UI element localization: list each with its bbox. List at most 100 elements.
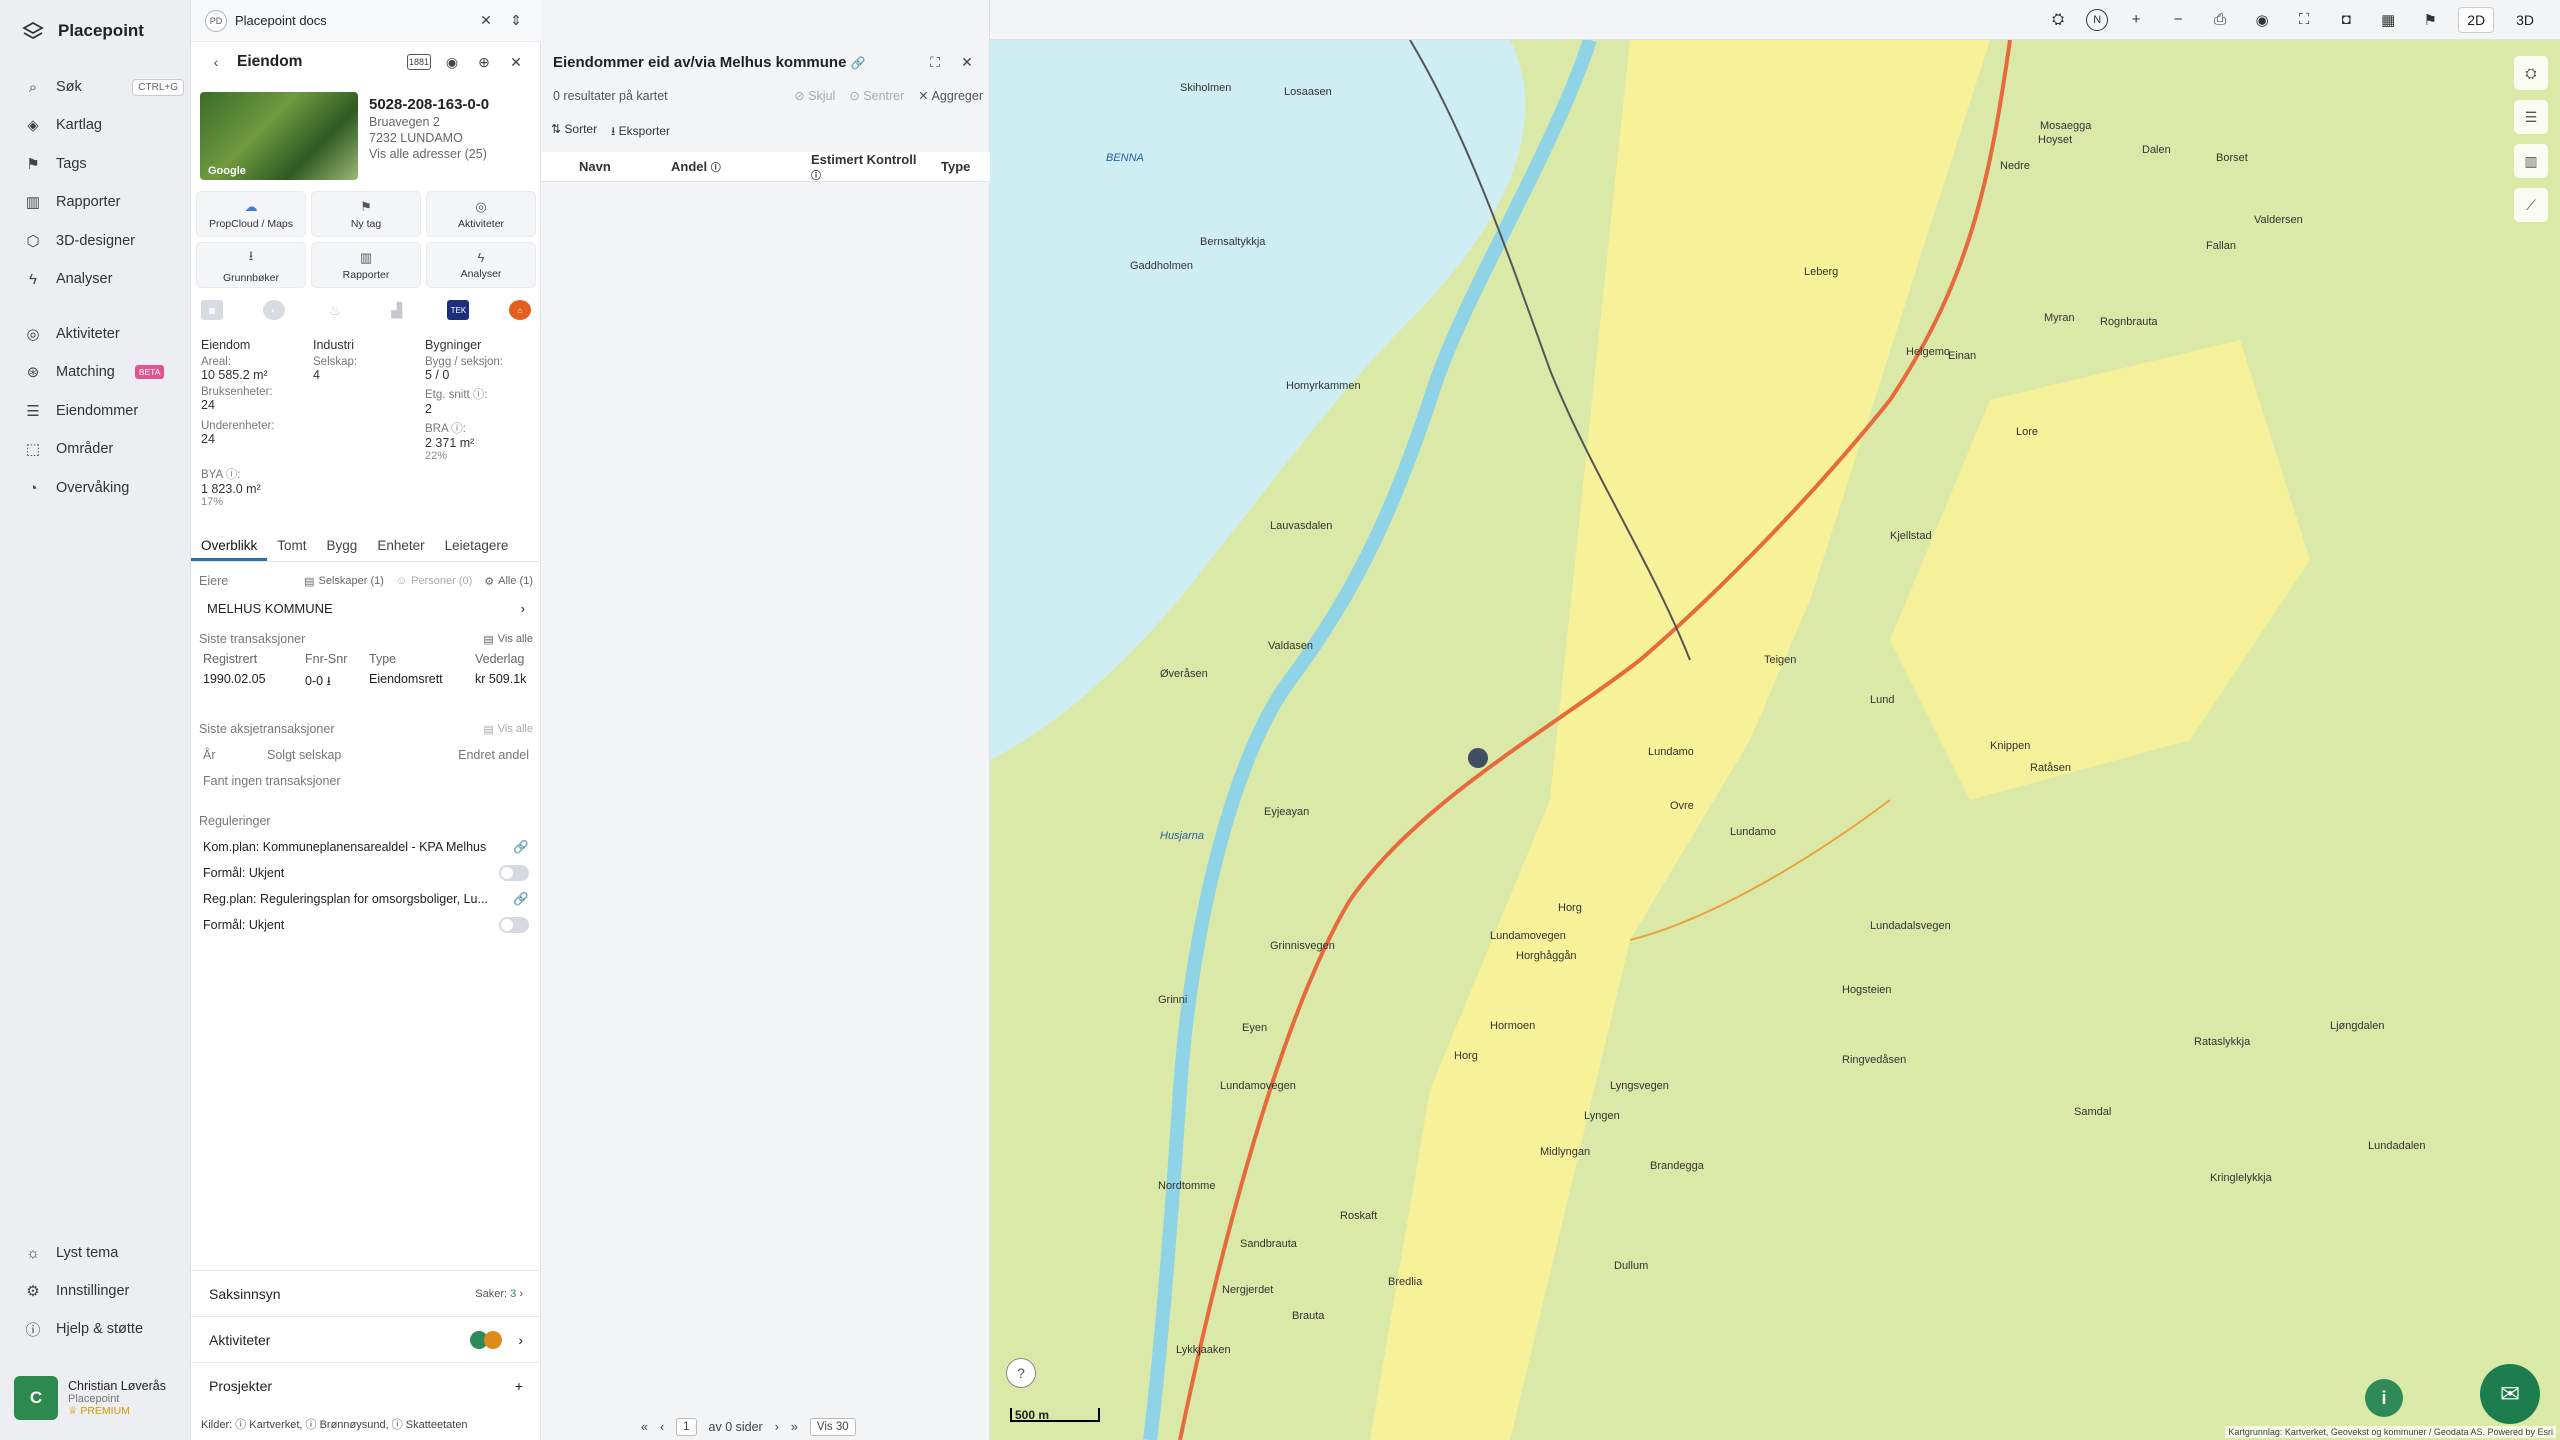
measure-icon[interactable]: ⟋ — [2514, 188, 2548, 222]
layers-icon[interactable]: ⛭ — [2044, 6, 2072, 34]
show-all-link[interactable]: ▤ Vis alle — [483, 723, 533, 736]
chat-icon[interactable]: ✉ — [2480, 1364, 2540, 1424]
doc-tab-title[interactable]: Placepoint docs — [235, 13, 467, 28]
view-2d-button[interactable]: 2D — [2458, 6, 2495, 33]
nav-item-3d-designer[interactable]: ⬡ 3D-designer — [24, 222, 184, 260]
propcloud-button[interactable]: ☁ PropCloud / Maps — [196, 191, 306, 237]
source-icon-4[interactable]: ▟ — [386, 300, 408, 320]
map-graphic[interactable] — [990, 40, 2560, 1440]
hide-button[interactable]: ⊘ Skjul — [794, 88, 835, 103]
regulation-toggle[interactable] — [499, 865, 529, 881]
zoom-in-icon[interactable]: + — [2122, 6, 2150, 34]
map-label: Borset — [2216, 152, 2248, 164]
nav-item-help[interactable]: ⓘ Hjelp & støtte — [24, 1310, 184, 1348]
help-icon[interactable]: ? — [1006, 1358, 1036, 1388]
export-button[interactable]: ⭳ Eksporter — [611, 122, 670, 143]
tek-icon[interactable]: TEK — [447, 300, 470, 320]
filter-persons[interactable]: ☺ Personer (0) — [396, 575, 472, 588]
property-marker[interactable] — [1468, 748, 1488, 768]
activities-button[interactable]: ◎ Aktiviteter — [426, 191, 536, 237]
nav-item-reports[interactable]: ▥ Rapporter — [24, 183, 184, 221]
column-header[interactable]: Andel ⓘ — [661, 159, 787, 174]
analyses-button[interactable]: ϟ Analyser — [426, 242, 536, 288]
column-header[interactable]: Estimert Kontroll ⓘ — [787, 152, 927, 182]
nav-item-layers[interactable]: ◈ Kartlag — [24, 106, 184, 144]
source-icon-3[interactable]: ♨ — [324, 300, 346, 320]
source-icon-2[interactable]: ◐ — [262, 300, 285, 320]
land-registry-button[interactable]: ⭳ Grunnbøker — [196, 242, 306, 288]
badge-icon[interactable]: 1881 — [407, 54, 431, 70]
close-icon[interactable]: ✕ — [956, 51, 978, 73]
close-icon[interactable]: ✕ — [505, 51, 527, 73]
aggregate-button[interactable]: ✕ Aggreger — [918, 88, 983, 103]
nav-item-analyses[interactable]: ϟ Analyser — [24, 260, 184, 298]
source-icon-1[interactable]: ▦ — [201, 300, 223, 320]
owner-row[interactable]: MELHUS KOMMUNE › — [199, 594, 533, 622]
page-input[interactable]: 1 — [676, 1418, 697, 1436]
column-header[interactable]: Navn — [541, 159, 661, 174]
nav-item-light-theme[interactable]: ☼ Lyst tema — [24, 1234, 184, 1272]
link-icon[interactable]: 🔗 — [513, 892, 529, 907]
source-icon-6[interactable]: ⌂ — [508, 300, 531, 320]
prev-page-icon[interactable]: ‹ — [660, 1420, 664, 1434]
nav-item-tags[interactable]: ⚑ Tags — [24, 145, 184, 183]
link-icon[interactable]: 🔗 — [513, 840, 529, 855]
camera-icon[interactable]: ◘ — [2332, 6, 2360, 34]
grid-icon[interactable]: ▦ — [2374, 6, 2402, 34]
tab-buildings[interactable]: Bygg — [317, 532, 368, 561]
reports-button[interactable]: ▥ Rapporter — [311, 242, 421, 288]
property-photo[interactable]: Google — [200, 92, 358, 180]
tab-overview[interactable]: Overblikk — [191, 532, 268, 561]
tab-plot[interactable]: Tomt — [267, 532, 316, 561]
compass-icon[interactable]: N — [2086, 8, 2109, 31]
plus-icon[interactable]: + — [515, 1378, 523, 1394]
chart-icon[interactable]: ▥ — [2514, 144, 2548, 178]
view-3d-button[interactable]: 3D — [2508, 8, 2542, 32]
center-button[interactable]: ⊙ Sentrer — [849, 88, 904, 103]
expand-icon[interactable]: ⛶ — [924, 51, 946, 73]
filter-companies[interactable]: ▤ Selskaper (1) — [304, 575, 384, 588]
nav-item-properties[interactable]: ☰ Eiendommer — [24, 392, 184, 430]
property-info[interactable]: 5028-208-163-0-0 Bruavegen 2 7232 LUNDAM… — [369, 96, 539, 161]
add-icon[interactable]: ⊕ — [473, 51, 495, 73]
nav-item-settings[interactable]: ⚙ Innstillinger — [24, 1272, 184, 1310]
next-page-icon[interactable]: › — [775, 1420, 779, 1434]
eye-icon[interactable]: ◉ — [441, 51, 463, 73]
back-icon[interactable]: ‹ — [205, 51, 227, 73]
nav-item-monitoring[interactable]: ◔ Overvåking — [24, 469, 184, 507]
bookmark-icon[interactable]: ⚑ — [2416, 6, 2444, 34]
user-card[interactable]: C Christian Løverås Placepoint ♕ PREMIUM — [14, 1370, 182, 1426]
nav-item-search[interactable]: ⌕ Søk CTRL+G — [24, 68, 184, 106]
basemap-icon[interactable]: ⛭ — [2514, 56, 2548, 90]
last-page-icon[interactable]: » — [791, 1420, 798, 1434]
activities-row[interactable]: Aktiviteter › — [191, 1316, 541, 1362]
regulation-toggle[interactable] — [499, 917, 529, 933]
map-canvas[interactable]: BENNA Losaasen Skiholmen Gaddholmen Bern… — [990, 40, 2560, 1440]
legend-icon[interactable]: ☰ — [2514, 100, 2548, 134]
zoom-out-icon[interactable]: − — [2164, 6, 2192, 34]
nav-item-matching[interactable]: ⊛ Matching BETA — [24, 353, 184, 391]
eye-icon[interactable]: ◉ — [2248, 6, 2276, 34]
info-icon[interactable]: i — [2365, 1379, 2403, 1417]
print-icon[interactable]: ⎙ — [2206, 6, 2234, 34]
brand[interactable]: Placepoint — [22, 20, 144, 42]
case-access-row[interactable]: Saksinnsyn Saker: 3 › — [191, 1270, 541, 1316]
show-all-link[interactable]: ▤ Vis alle — [483, 633, 533, 646]
chevron-updown-icon[interactable]: ⇕ — [505, 10, 527, 32]
sort-button[interactable]: ⇅ Sorter — [551, 122, 597, 143]
all-addresses-link[interactable]: Vis alle adresser (25) — [369, 147, 539, 161]
new-tag-button[interactable]: ⚑ Ny tag — [311, 191, 421, 237]
fullscreen-icon[interactable]: ⛶ — [2290, 6, 2318, 34]
tab-units[interactable]: Enheter — [367, 532, 434, 561]
link-icon[interactable]: 🔗 — [851, 56, 866, 70]
tab-tenants[interactable]: Leietagere — [435, 532, 519, 561]
table-cell[interactable]: 0-0 ⭳ — [305, 672, 369, 693]
nav-item-areas[interactable]: ⬚ Områder — [24, 430, 184, 468]
close-icon[interactable]: ✕ — [475, 10, 497, 32]
nav-item-activities[interactable]: ◎ Aktiviteter — [24, 315, 184, 353]
page-size-select[interactable]: Vis 30 — [809, 1418, 856, 1436]
column-header[interactable]: Type — [927, 159, 970, 174]
projects-row[interactable]: Prosjekter + — [191, 1362, 541, 1408]
filter-all[interactable]: ⚙ Alle (1) — [484, 575, 533, 588]
first-page-icon[interactable]: « — [641, 1420, 648, 1434]
